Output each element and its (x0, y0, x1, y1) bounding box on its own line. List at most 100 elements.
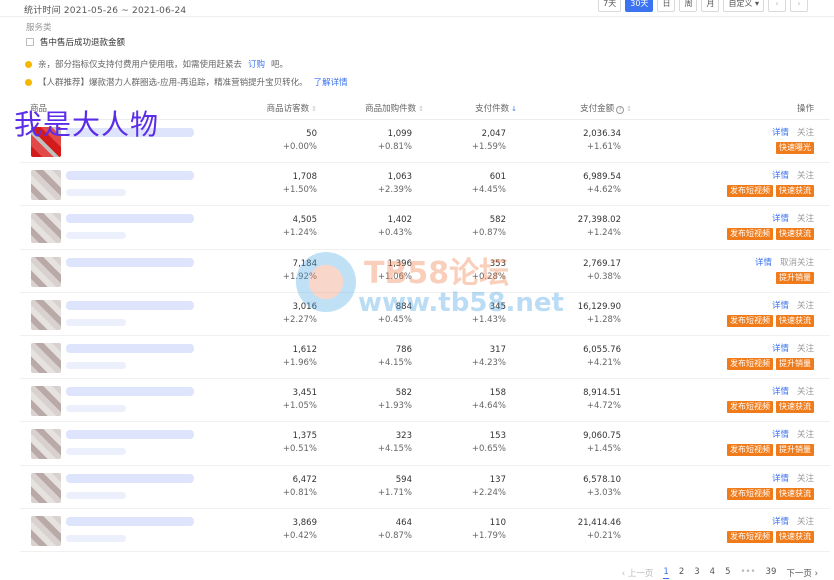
page-1[interactable]: 1 (663, 567, 669, 579)
paid-change: +4.45% (471, 185, 506, 196)
product-title-blurred[interactable] (66, 430, 194, 440)
product-thumbnail[interactable] (31, 213, 61, 244)
info-dot-icon (25, 60, 32, 68)
page-ellipsis[interactable]: ••• (741, 567, 756, 579)
follow-link[interactable]: 关注 (797, 430, 814, 440)
boost-sales-button[interactable]: 提升销量 (776, 444, 814, 457)
product-thumbnail[interactable] (31, 386, 61, 417)
amount-value: 21,414.46 (577, 517, 621, 528)
detail-link[interactable]: 详情 (755, 258, 772, 268)
quick-traffic-button[interactable]: 快速获流 (776, 314, 814, 327)
product-title-blurred[interactable] (66, 257, 194, 267)
col-visitors[interactable]: 商品访客数 ⇕ (267, 102, 317, 114)
detail-link[interactable]: 详情 (772, 517, 789, 527)
follow-link[interactable]: 关注 (797, 344, 814, 354)
product-title-blurred[interactable] (66, 171, 194, 181)
product-title-blurred[interactable] (66, 516, 194, 526)
publish-video-button[interactable]: 发布短视频 (727, 357, 773, 370)
page-3[interactable]: 3 (694, 567, 699, 579)
detail-link[interactable]: 详情 (772, 128, 789, 138)
detail-link[interactable]: 详情 (772, 301, 789, 311)
follow-link[interactable]: 关注 (797, 301, 814, 311)
refund-amount-filter[interactable]: 售中售后成功退款金额 (26, 36, 125, 48)
boost-sales-button[interactable]: 提升销量 (776, 357, 814, 370)
prev-page-button[interactable]: ‹ 上一页 (622, 567, 654, 579)
visitors-value: 6,472 (292, 474, 317, 485)
prev-period-button[interactable]: ‹ (768, 0, 786, 12)
quick-traffic-button[interactable]: 快速获流 (776, 228, 814, 241)
publish-video-button[interactable]: 发布短视频 (727, 228, 773, 241)
amount-cell: 6,055.76 +4.21% (583, 344, 621, 370)
product-thumbnail[interactable] (31, 256, 61, 287)
product-title-blurred[interactable] (66, 387, 194, 397)
publish-video-button[interactable]: 发布短视频 (727, 444, 773, 457)
paid-change: +0.65% (471, 444, 506, 455)
row-actions: 详情 关注 发布短视频 提升销量 (704, 342, 814, 376)
product-title-blurred[interactable] (66, 343, 194, 353)
amount-cell: 16,129.90 +1.28% (578, 301, 621, 327)
range-30d-button[interactable]: 30天 (625, 0, 654, 12)
next-page-button[interactable]: 下一页 › (786, 567, 818, 579)
page-4[interactable]: 4 (710, 567, 715, 579)
sort-icon: ⇕ (418, 105, 424, 113)
detail-link[interactable]: 详情 (772, 387, 789, 397)
detail-link[interactable]: 详情 (772, 430, 789, 440)
col-paid-count[interactable]: 支付件数 ↓ (475, 102, 517, 114)
refund-checkbox[interactable] (26, 38, 34, 46)
product-thumbnail[interactable] (31, 299, 61, 330)
paid-cell: 582 +0.87% (472, 214, 506, 240)
follow-link[interactable]: 关注 (797, 517, 814, 527)
follow-link[interactable]: 关注 (797, 387, 814, 397)
detail-link[interactable]: 详情 (772, 474, 789, 484)
range-custom-button[interactable]: 自定义 ▾ (723, 0, 764, 12)
product-thumbnail[interactable] (31, 515, 61, 546)
quick-traffic-button[interactable]: 快速获流 (776, 487, 814, 500)
publish-video-button[interactable]: 发布短视频 (727, 530, 773, 543)
overlay-label: 我是大人物 (14, 108, 160, 141)
unfollow-link[interactable]: 取消关注 (780, 258, 814, 268)
product-title-blurred[interactable] (66, 300, 194, 310)
page-2[interactable]: 2 (679, 567, 684, 579)
col-cart[interactable]: 商品加购件数 ⇕ (365, 102, 424, 114)
cart-change: +2.39% (377, 185, 412, 196)
publish-video-button[interactable]: 发布短视频 (727, 185, 773, 198)
detail-link[interactable]: 详情 (772, 171, 789, 181)
subscribe-link[interactable]: 订购 (248, 58, 265, 70)
cart-change: +0.87% (377, 530, 412, 541)
follow-link[interactable]: 关注 (797, 214, 814, 224)
range-7d-button[interactable]: 7天 (598, 0, 622, 12)
next-period-button[interactable]: › (790, 0, 808, 12)
cart-cell: 323 +4.15% (378, 430, 412, 456)
subscription-notice-suffix: 吧。 (271, 60, 289, 70)
paid-cell: 110 +1.79% (472, 517, 506, 543)
publish-video-button[interactable]: 发布短视频 (727, 487, 773, 500)
product-thumbnail[interactable] (31, 170, 61, 201)
product-thumbnail[interactable] (31, 472, 61, 503)
detail-link[interactable]: 详情 (772, 344, 789, 354)
publish-video-button[interactable]: 发布短视频 (727, 401, 773, 414)
product-thumbnail[interactable] (31, 429, 61, 460)
page-last[interactable]: 39 (766, 567, 777, 579)
product-title-blurred[interactable] (66, 473, 194, 483)
detail-link[interactable]: 详情 (772, 214, 789, 224)
quick-traffic-button[interactable]: 快速获流 (776, 530, 814, 543)
learn-more-link[interactable]: 了解详情 (314, 76, 348, 88)
boost-sales-button[interactable]: 提升销量 (776, 271, 814, 284)
publish-video-button[interactable]: 发布短视频 (727, 314, 773, 327)
product-title-blurred[interactable] (66, 214, 194, 224)
follow-link[interactable]: 关注 (797, 128, 814, 138)
quick-traffic-button[interactable]: 快速获流 (776, 401, 814, 414)
quick-exposure-button[interactable]: 快速曝光 (776, 142, 814, 154)
product-thumbnail[interactable] (31, 342, 61, 373)
follow-link[interactable]: 关注 (797, 171, 814, 181)
follow-link[interactable]: 关注 (797, 474, 814, 484)
col-paid-amount[interactable]: 支付金额? ⇕ (580, 102, 632, 114)
cart-change: +1.93% (377, 401, 412, 412)
range-day-button[interactable]: 日 (657, 0, 676, 12)
page-5[interactable]: 5 (725, 567, 730, 579)
col-cart-label: 商品加购件数 (365, 104, 417, 114)
range-month-button[interactable]: 月 (701, 0, 720, 12)
range-week-button[interactable]: 周 (679, 0, 698, 12)
quick-traffic-button[interactable]: 快速获流 (776, 185, 814, 198)
watermark-title: TB58论坛 (364, 256, 510, 291)
